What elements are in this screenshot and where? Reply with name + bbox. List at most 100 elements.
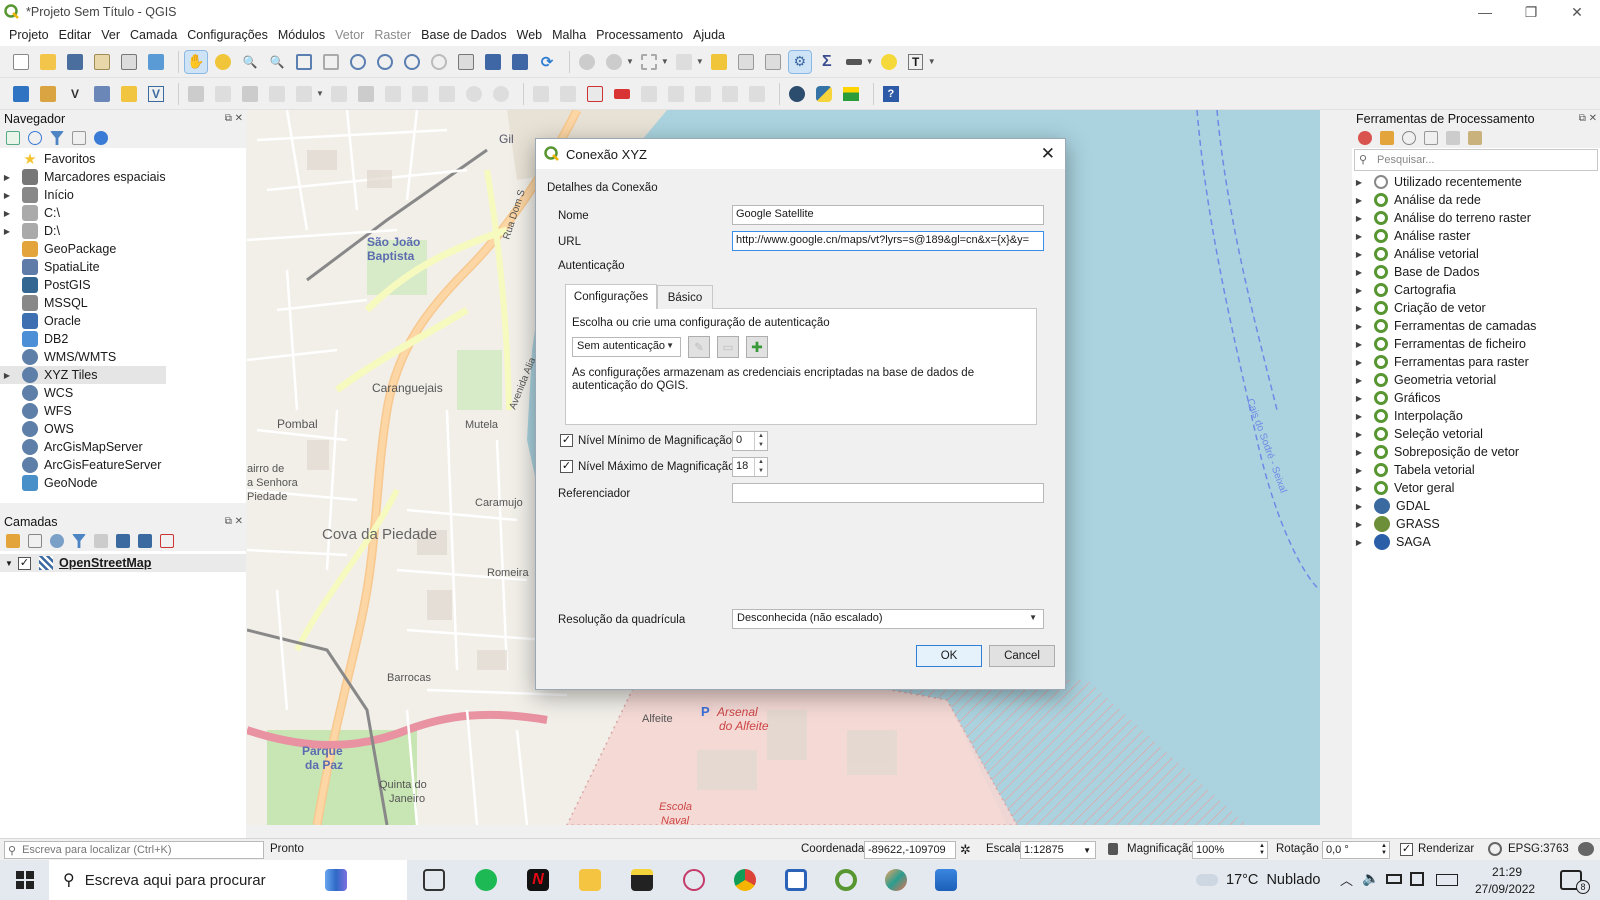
navigator-item[interactable]: ▶ Marcadores espaciais — [0, 168, 246, 186]
collapse-all-icon[interactable] — [138, 534, 152, 548]
expand-arrow-icon[interactable]: ▶ — [0, 173, 14, 182]
render-checkbox[interactable]: ✓ — [1400, 843, 1413, 856]
expand-all-icon[interactable] — [116, 534, 130, 548]
toggle-editing-button[interactable] — [212, 83, 234, 105]
task-view-icon[interactable] — [420, 866, 448, 894]
navigator-item[interactable]: SpatiaLite — [0, 258, 246, 276]
menu-configuracoes[interactable]: Configurações — [182, 28, 273, 42]
expand-arrow-icon[interactable]: ▶ — [1352, 448, 1366, 457]
volume-icon[interactable]: 🔈 — [1362, 870, 1379, 887]
menu-malha[interactable]: Malha — [547, 28, 591, 42]
expand-arrow-icon[interactable]: ▶ — [1352, 178, 1366, 187]
expand-arrow-icon[interactable]: ▶ — [1352, 538, 1366, 547]
zoom-in-button[interactable]: 🔍 — [239, 51, 261, 73]
field-calculator-button[interactable] — [762, 51, 784, 73]
pan-tool-button[interactable]: ✋ — [184, 49, 208, 74]
save-project-button[interactable] — [64, 51, 86, 73]
processing-item[interactable]: ▶ Análise do terreno raster — [1352, 209, 1600, 227]
zoom-last-button[interactable] — [401, 51, 423, 73]
min-zoom-spinbox[interactable]: 0 ▲ ▼ — [732, 431, 768, 451]
zoom-next-button[interactable] — [428, 51, 450, 73]
modify-attributes-button[interactable] — [328, 83, 350, 105]
navigator-item[interactable]: WCS — [0, 384, 246, 402]
keyboard-icon[interactable] — [1436, 874, 1458, 886]
panel-float-close-icon[interactable]: ⧉ ✕ — [225, 513, 243, 531]
processing-item[interactable]: ▶ Ferramentas para raster — [1352, 353, 1600, 371]
people-app-icon[interactable] — [322, 866, 350, 894]
refresh-button[interactable]: ⟳ — [536, 51, 558, 73]
menu-modulos[interactable]: Módulos — [273, 28, 330, 42]
help-button[interactable]: ? — [880, 83, 902, 105]
filter-legend-icon[interactable] — [72, 534, 86, 548]
properties-icon[interactable] — [94, 131, 108, 145]
processing-item[interactable]: ▶ GRASS — [1352, 515, 1600, 533]
lock-icon[interactable] — [1108, 843, 1118, 855]
processing-item[interactable]: ▶ GDAL — [1352, 497, 1600, 515]
redo-button[interactable] — [490, 83, 512, 105]
measure-button[interactable] — [843, 51, 865, 73]
label-show-hide-button[interactable] — [719, 83, 741, 105]
sticky-notes-icon[interactable] — [628, 866, 656, 894]
text-annotation-button[interactable]: T — [905, 51, 927, 73]
name-input[interactable]: Google Satellite — [732, 205, 1044, 225]
expand-arrow-icon[interactable]: ▶ — [1352, 502, 1366, 511]
ok-button[interactable]: OK — [916, 645, 982, 667]
refresh-icon[interactable] — [28, 131, 42, 145]
identify-button[interactable] — [576, 51, 598, 73]
save-edits-button[interactable] — [239, 83, 261, 105]
expand-arrow-icon[interactable]: ▶ — [0, 371, 14, 380]
photos-icon[interactable] — [932, 866, 960, 894]
attribute-table-button[interactable] — [735, 51, 757, 73]
menu-editar[interactable]: Editar — [54, 28, 97, 42]
expand-arrow-icon[interactable]: ▶ — [1352, 358, 1366, 367]
navigator-item[interactable]: GeoPackage — [0, 240, 246, 258]
navigator-item[interactable]: PostGIS — [0, 276, 246, 294]
open-project-button[interactable] — [37, 51, 59, 73]
app-icon[interactable] — [782, 866, 810, 894]
layer-visibility-checkbox[interactable]: ✓ — [18, 556, 31, 570]
show-bookmarks-button[interactable] — [509, 51, 531, 73]
clock-date[interactable]: 27/09/2022 — [1475, 882, 1535, 896]
expand-arrow-icon[interactable]: ▶ — [1352, 484, 1366, 493]
auth-config-select[interactable]: Sem autenticação ▼ — [572, 337, 681, 357]
label-diagram-button[interactable] — [746, 83, 768, 105]
url-input[interactable]: http://www.google.cn/maps/vt?lyrs=s@189&… — [732, 231, 1044, 251]
navigator-item[interactable]: ArcGisFeatureServer — [0, 456, 246, 474]
new-virtual-layer-button[interactable]: V — [145, 83, 167, 105]
new-layout-button[interactable] — [91, 51, 113, 73]
menu-web[interactable]: Web — [512, 28, 547, 42]
options-icon[interactable] — [1468, 131, 1482, 145]
collapse-all-icon[interactable] — [72, 131, 86, 145]
zoom-native-button[interactable] — [374, 51, 396, 73]
filter-expression-icon[interactable] — [94, 534, 108, 548]
locator-input[interactable]: ⚲ Escreva para localizar (Ctrl+K) — [4, 841, 264, 859]
select-features-button[interactable] — [638, 51, 660, 73]
scale-select[interactable]: 1:12875 ▼ — [1020, 841, 1096, 859]
spin-arrows-icon[interactable]: ▲ ▼ — [754, 432, 767, 450]
expand-arrow-icon[interactable]: ▶ — [1352, 340, 1366, 349]
taskbar-search[interactable]: ⚲ Escreva aqui para procurar — [49, 860, 407, 900]
manage-themes-icon[interactable] — [50, 534, 64, 548]
navigator-item[interactable]: ★ Favoritos — [0, 150, 246, 168]
delete-selected-button[interactable] — [355, 83, 377, 105]
menu-ajuda[interactable]: Ajuda — [688, 28, 730, 42]
close-icon[interactable]: ✕ — [1041, 144, 1055, 164]
processing-item[interactable]: ▶ SAGA — [1352, 533, 1600, 551]
crs-toggle-icon[interactable]: ✲ — [960, 842, 971, 858]
processing-item[interactable]: ▶ Análise vetorial — [1352, 245, 1600, 263]
processing-item[interactable]: ▶ Vetor geral — [1352, 479, 1600, 497]
processing-search-input[interactable]: Pesquisar... — [1377, 154, 1434, 166]
tab-configuracoes[interactable]: Configurações — [565, 284, 657, 309]
processing-item[interactable]: ▶ Interpolação — [1352, 407, 1600, 425]
expand-arrow-icon[interactable]: ▶ — [1352, 304, 1366, 313]
expand-arrow-icon[interactable]: ▶ — [1352, 394, 1366, 403]
navigator-item[interactable]: ArcGisMapServer — [0, 438, 246, 456]
expand-arrow-icon[interactable]: ▶ — [1352, 250, 1366, 259]
statistics-button[interactable]: Σ — [816, 51, 838, 73]
spin-arrows-icon[interactable]: ▲ ▼ — [1259, 843, 1265, 857]
processing-item[interactable]: ▶ Ferramentas de camadas — [1352, 317, 1600, 335]
panel-float-close-icon[interactable]: ⧉ ✕ — [225, 110, 243, 128]
navigator-item[interactable]: WMS/WMTS — [0, 348, 246, 366]
crs-label[interactable]: EPSG:3763 — [1508, 843, 1569, 855]
expand-arrow-icon[interactable]: ▶ — [0, 191, 14, 200]
